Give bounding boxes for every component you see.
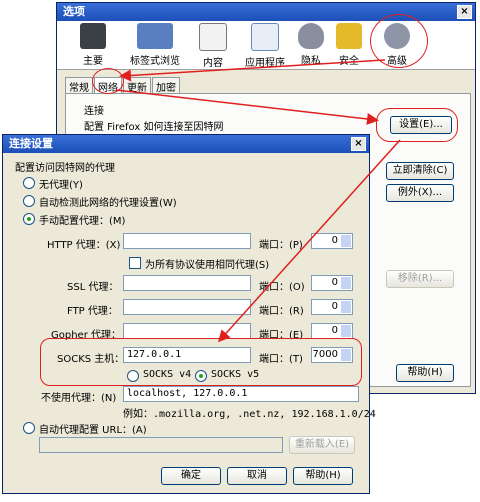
arrow-network-to-settings [115, 89, 379, 125]
arrow-advanced-to-network [119, 59, 386, 82]
annotation-arrows [115, 59, 401, 343]
arrow-settings-to-socks [217, 139, 401, 343]
